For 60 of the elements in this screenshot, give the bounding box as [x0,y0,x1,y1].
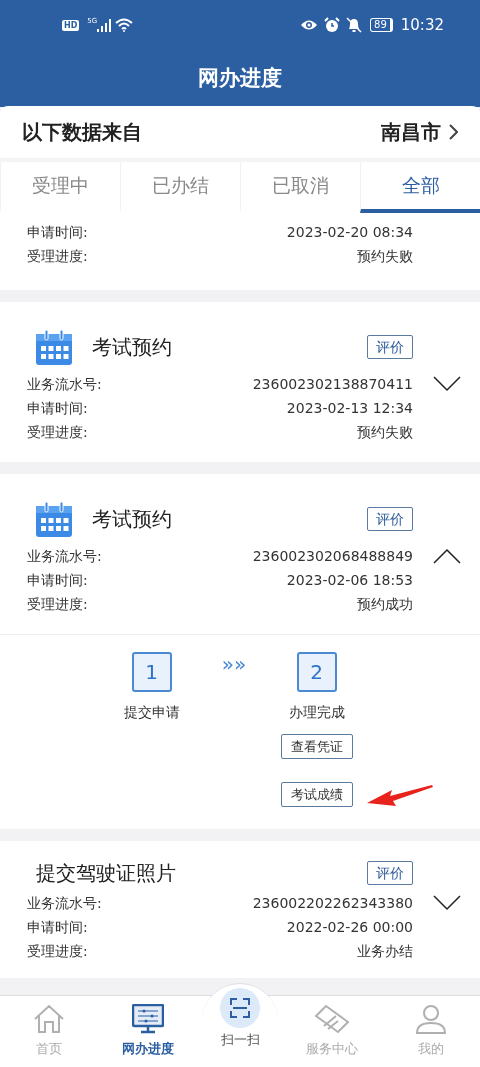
field-value: 2023-02-20 08:34 [286,223,413,242]
field-label: 业务流水号: [27,894,103,913]
field-label: 受理进度: [27,942,89,961]
chevron-down-icon[interactable] [432,376,461,392]
step-label: 提交申请 [123,703,180,722]
battery-indicator: 89 [370,18,393,32]
signal-icon [97,18,112,32]
field-label: 申请时间: [27,571,89,590]
city-selector[interactable]: 南昌市 [381,117,458,147]
field-label: 申请时间: [27,399,89,418]
step-number: 1 [131,652,172,692]
field-value: 2023-02-06 18:53 [285,571,413,590]
source-label: 以下数据来自 [22,119,142,146]
clock-time: 10:32 [400,14,444,36]
monitor-icon [131,1004,164,1034]
record-title: 提交驾驶证照片 [36,860,176,887]
field-value: 236002302068488849 [252,547,413,566]
field-value: 业务办结 [356,942,413,961]
calendar-icon [36,329,72,365]
eye-icon [300,19,319,31]
handshake-icon [314,1004,351,1034]
rate-button[interactable]: 评价 [367,507,413,531]
field-label: 受理进度: [27,247,89,266]
muted-bell-icon [346,17,363,33]
field-value: 预约失败 [356,247,413,266]
field-value: 236002302138870411 [252,375,413,394]
scan-icon [220,988,260,1028]
field-value: 2023-02-13 12:34 [285,399,413,418]
person-icon [414,1004,447,1034]
field-value: 2022-02-26 00:00 [285,918,413,937]
action-button[interactable]: 查看凭证 [280,734,353,760]
rate-button[interactable]: 评价 [367,861,413,885]
home-icon [33,1004,66,1034]
field-label: 申请时间: [27,223,89,242]
step-arrows: »» [220,651,248,678]
field-label: 业务流水号: [27,547,103,566]
field-label: 业务流水号: [27,375,103,394]
hd-icon: HD [62,19,80,31]
record-title: 考试预约 [92,334,172,361]
nav-tab[interactable]: 网办进度 [98,996,197,1067]
chevron-right-icon [449,124,458,140]
field-value: 预约成功 [356,595,413,614]
record-title: 考试预约 [92,506,172,533]
field-label: 申请时间: [27,918,89,937]
step-number: 2 [296,652,337,692]
rate-button[interactable]: 评价 [367,335,413,359]
field-label: 受理进度: [27,423,89,442]
field-value: 236002202262343380 [252,894,413,913]
field-value: 预约失败 [356,423,413,442]
calendar-icon [36,501,72,537]
wifi-icon [115,18,134,32]
chevron-down-icon[interactable] [432,895,461,911]
alarm-icon [324,17,341,33]
chevron-up-icon[interactable] [432,548,461,564]
arrow-drawing [366,782,434,808]
action-button[interactable]: 考试成绩 [280,782,353,808]
field-label: 受理进度: [27,595,89,614]
step-label: 办理完成 [288,703,345,722]
page-title: 网办进度 [198,64,282,92]
tab[interactable]: 全部 [360,162,480,213]
